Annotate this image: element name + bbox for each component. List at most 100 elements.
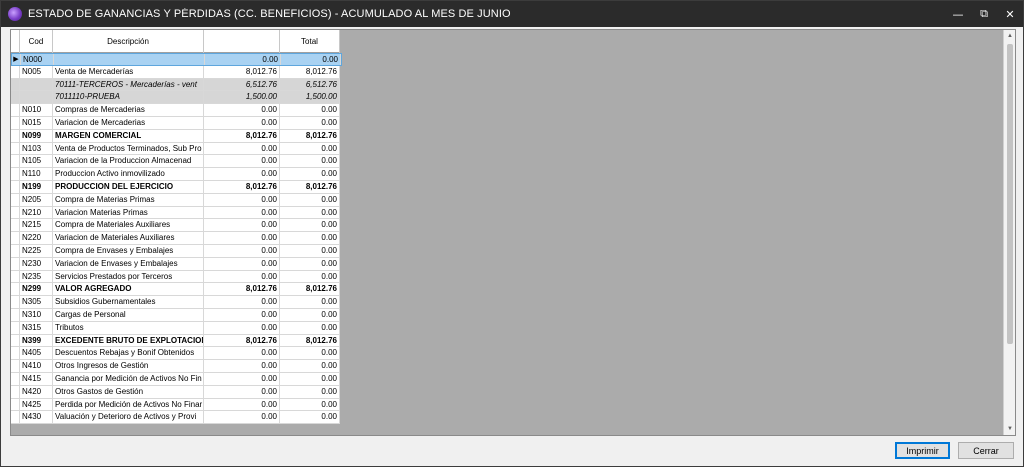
- table-row[interactable]: N299 VALOR AGREGADO 8,012.76 8,012.76: [11, 283, 340, 297]
- cell-descripcion: PRODUCCION DEL EJERCICIO: [53, 181, 204, 193]
- cell-cod: N405: [20, 347, 53, 360]
- table-row[interactable]: N225 Compra de Envases y Embalajes 0.00 0.0…: [11, 245, 340, 258]
- table-row[interactable]: 7011110-PRUEBA 1,500.00 1,500.00: [11, 91, 340, 105]
- cell-cod: N299: [20, 283, 53, 296]
- table-row[interactable]: N103 Venta de Productos Terminados, Sub P…: [11, 142, 340, 156]
- table-row[interactable]: N015 Variacion de Mercaderias 0.00 0.00: [11, 117, 340, 130]
- row-indicator: [11, 321, 20, 334]
- cell-mes: 0.00: [204, 257, 280, 270]
- cell-total: 0.00: [280, 257, 340, 270]
- cell-mes: 0.00: [204, 117, 280, 129]
- cell-cod: N000: [21, 54, 54, 65]
- table-row[interactable]: N305 Subsidios Gubernamentales 0.00 0.00: [11, 296, 340, 309]
- table-row[interactable]: N220 Variacion de Materiales Auxiliares 0.…: [11, 232, 340, 245]
- cell-mes: 0.00: [204, 309, 280, 321]
- report-grid[interactable]: Cod Descripción Total ▶ N000 0.00 0.00 N005 V…: [10, 29, 1016, 436]
- row-indicator: [11, 347, 20, 360]
- table-row[interactable]: N399 EXCEDENTE BRUTO DE EXPLOTACION 8,012.…: [11, 334, 340, 348]
- row-indicator: [11, 91, 20, 104]
- cell-total: 0.00: [280, 321, 340, 334]
- cell-mes: 0.00: [204, 206, 280, 219]
- table-row[interactable]: N010 Compras de Mercaderias 0.00 0.00: [11, 104, 340, 117]
- cell-descripcion: 70111-TERCEROS - Mercaderías - vent: [53, 78, 204, 91]
- row-indicator: [11, 334, 20, 347]
- cell-cod: N410: [20, 360, 53, 372]
- cell-descripcion: VALOR AGREGADO: [53, 283, 204, 296]
- cell-total: 0.00: [280, 155, 340, 168]
- minimize-icon[interactable]: —: [945, 1, 971, 27]
- cell-cod: N103: [20, 142, 53, 155]
- close-icon[interactable]: ✕: [997, 1, 1023, 27]
- cell-descripcion: Variacion de la Produccion Almacenad: [53, 155, 204, 168]
- scroll-thumb[interactable]: [1007, 44, 1013, 344]
- cell-cod: N210: [20, 206, 53, 219]
- cell-cod: [20, 78, 53, 91]
- table-row[interactable]: N199 PRODUCCION DEL EJERCICIO 8,012.76 8,01…: [11, 181, 340, 194]
- cell-total: 0.00: [280, 385, 340, 398]
- column-header-total[interactable]: Total: [280, 30, 340, 53]
- row-indicator: [11, 181, 20, 193]
- restore-icon[interactable]: ⧉: [971, 1, 997, 27]
- column-header-cod[interactable]: Cod: [20, 30, 53, 53]
- cell-total: 8,012.76: [280, 65, 340, 78]
- table-row[interactable]: N430 Valuación y Deterioro de Activos y P…: [11, 411, 340, 425]
- cell-mes: 0.00: [204, 321, 280, 334]
- row-indicator: [11, 78, 20, 91]
- row-indicator: [11, 168, 20, 180]
- table-row[interactable]: N420 Otros Gastos de Gestión 0.00 0.00: [11, 385, 340, 399]
- table-row[interactable]: N005 Venta de Mercaderías 8,012.76 8,012.76: [11, 65, 340, 79]
- cell-mes: 1,500.00: [204, 91, 280, 104]
- row-indicator: [11, 232, 20, 244]
- close-button[interactable]: Cerrar: [958, 442, 1014, 459]
- cell-cod: N005: [20, 65, 53, 78]
- cell-mes: 8,012.76: [204, 65, 280, 78]
- table-row[interactable]: N205 Compra de Materias Primas 0.00 0.00: [11, 193, 340, 207]
- row-indicator: [11, 360, 20, 372]
- cell-cod: N399: [20, 334, 53, 347]
- scroll-down-icon[interactable]: ▼: [1004, 423, 1015, 435]
- table-row[interactable]: N315 Tributos 0.00 0.00: [11, 321, 340, 335]
- cell-total: 8,012.76: [280, 129, 340, 142]
- table-row[interactable]: N425 Perdida por Medición de Activos No F…: [11, 398, 340, 412]
- cell-cod: N425: [20, 398, 53, 411]
- scroll-up-icon[interactable]: ▲: [1004, 30, 1015, 42]
- cell-mes: 0.00: [204, 142, 280, 155]
- cell-total: 0.00: [280, 168, 340, 180]
- cell-mes: 8,012.76: [204, 129, 280, 142]
- row-indicator: [11, 193, 20, 206]
- cell-descripcion: Venta de Productos Terminados, Sub Pro: [53, 142, 204, 155]
- table-row[interactable]: N310 Cargas de Personal 0.00 0.00: [11, 309, 340, 322]
- table-row[interactable]: N235 Servicios Prestados por Terceros 0.00…: [11, 270, 340, 284]
- print-button[interactable]: Imprimir: [895, 442, 950, 459]
- table-row[interactable]: N415 Ganancia por Medición de Activos No …: [11, 373, 340, 386]
- cell-mes: 0.00: [204, 270, 280, 283]
- table-row[interactable]: N410 Otros Ingresos de Gestión 0.00 0.00: [11, 360, 340, 373]
- cell-descripcion: Variacion de Mercaderias: [53, 117, 204, 129]
- table-row[interactable]: ▶ N000 0.00 0.00: [11, 53, 342, 66]
- cell-cod: N415: [20, 373, 53, 385]
- cell-cod: N199: [20, 181, 53, 193]
- cell-mes: 0.00: [204, 193, 280, 206]
- table-row[interactable]: 70111-TERCEROS - Mercaderías - vent 6,512…: [11, 78, 340, 92]
- table-row[interactable]: N105 Variacion de la Produccion Almacenad…: [11, 155, 340, 169]
- cell-cod: N220: [20, 232, 53, 244]
- table-row[interactable]: N110 Produccion Activo inmovilizado 0.00 0.…: [11, 168, 340, 181]
- table-row[interactable]: N230 Variacion de Envases y Embalajes 0.00…: [11, 257, 340, 271]
- table-row[interactable]: N210 Variacion Materias Primas 0.00 0.00: [11, 206, 340, 220]
- table-row[interactable]: N405 Descuentos Rebajas y Bonif Obtenidos…: [11, 347, 340, 361]
- cell-cod: N230: [20, 257, 53, 270]
- cell-total: 0.00: [280, 104, 340, 116]
- table-row[interactable]: N099 MARGEN COMERCIAL 8,012.76 8,012.76: [11, 129, 340, 143]
- cell-descripcion: Variacion Materias Primas: [53, 206, 204, 219]
- row-indicator: [11, 296, 20, 308]
- cell-cod: N110: [20, 168, 53, 180]
- table-row[interactable]: N215 Compra de Materiales Auxiliares 0.00 0…: [11, 219, 340, 233]
- cell-mes: 0.00: [204, 411, 280, 424]
- row-indicator: [11, 385, 20, 398]
- vertical-scrollbar[interactable]: ▲ ▼: [1003, 30, 1015, 435]
- column-header-descripcion[interactable]: Descripción: [53, 30, 204, 53]
- grid-header: Cod Descripción Total: [11, 30, 340, 53]
- cell-mes: 0.00: [204, 347, 280, 360]
- column-header-mes[interactable]: [204, 30, 280, 53]
- cell-descripcion: Otros Gastos de Gestión: [53, 385, 204, 398]
